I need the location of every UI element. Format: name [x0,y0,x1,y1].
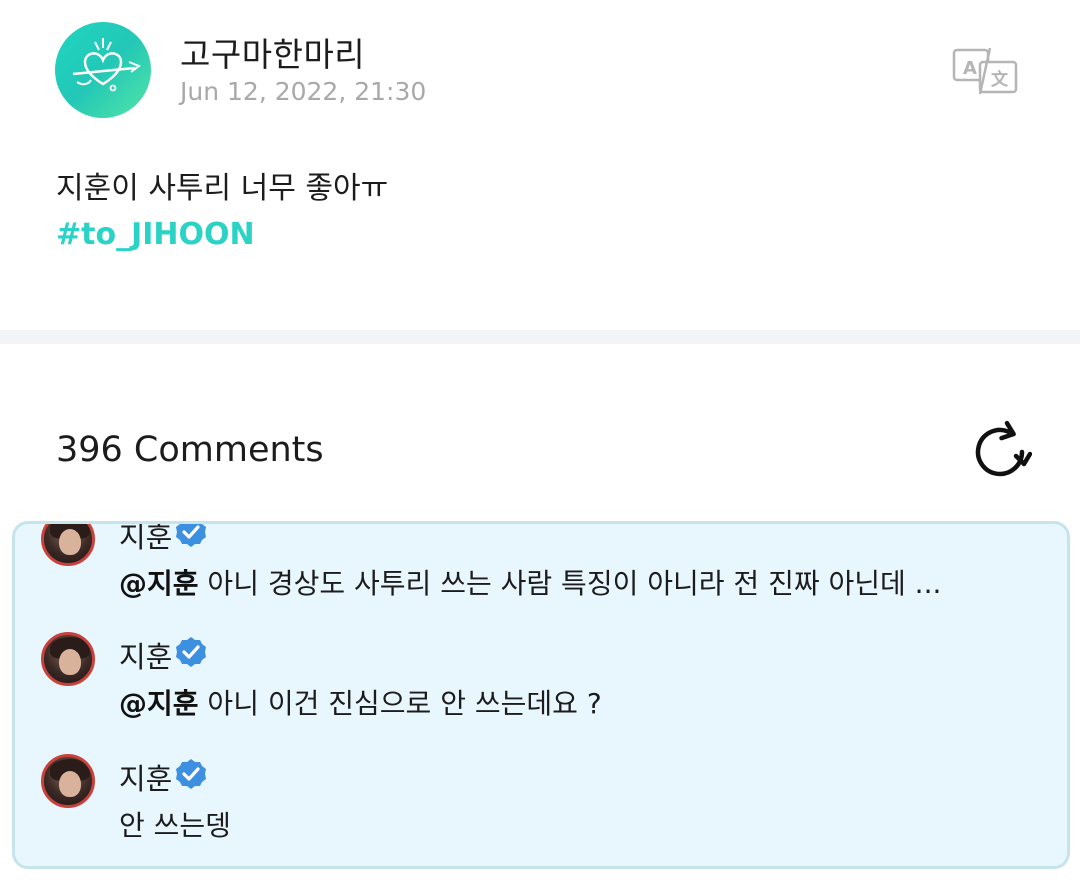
commenter-name[interactable]: 지훈 [119,756,172,798]
refresh-button[interactable] [968,420,1033,484]
commenter-avatar[interactable] [41,632,95,686]
comment-mention-link[interactable]: @지훈 [119,567,199,600]
translate-button[interactable]: A 文 [950,44,1022,96]
comment-item: 지훈 안 쓰는뎅 [15,754,1067,864]
comment-body: 아니 경상도 사투리 쓰는 사람 특징이 아니라 전 진짜 아닌데 ... [198,567,942,600]
comment-text: @지훈 아니 경상도 사투리 쓰는 사람 특징이 아니라 전 진짜 아닌데 ..… [119,562,941,602]
avatar-doodle-icon [72,38,142,92]
comment-mention-link[interactable]: @지훈 [119,687,199,720]
post-body-text: 지훈이 사투리 너무 좋아ㅠ [56,171,389,206]
comments-count-heading: 396 Comments [56,430,324,470]
author-name[interactable]: 고구마한마리 [180,28,365,76]
svg-text:文: 文 [991,69,1009,90]
post-card: 고구마한마리 Jun 12, 2022, 21:30 A 文 지훈이 사투리 너… [0,0,1080,330]
post-timestamp: Jun 12, 2022, 21:30 [180,77,427,106]
highlighted-comment-thread: 지훈 @지훈 아니 경상도 사투리 쓰는 사람 특징이 아니라 전 진짜 아닌데… [12,521,1070,869]
refresh-icon [975,420,1033,477]
verified-badge-icon [176,524,206,547]
commenter-avatar[interactable] [41,754,95,808]
post-hashtag-link[interactable]: #to_JIHOON [56,217,255,252]
translate-icon: A 文 [952,47,1018,95]
comment-item: 지훈 @지훈 아니 이건 진심으로 안 쓰는데요 ? [15,632,1067,742]
author-avatar[interactable] [55,22,151,118]
commenter-avatar[interactable] [41,524,95,566]
comment-text: 안 쓰는뎅 [119,804,231,844]
comment-body: 안 쓰는뎅 [119,809,231,842]
commenter-name[interactable]: 지훈 [119,524,172,556]
section-divider [0,330,1080,344]
verified-badge-icon [176,637,206,667]
comment-text: @지훈 아니 이건 진심으로 안 쓰는데요 ? [119,682,602,722]
svg-text:A: A [963,58,977,79]
verified-badge-icon [176,759,206,789]
comment-body: 아니 이건 진심으로 안 쓰는데요 ? [198,687,602,720]
comment-item: 지훈 @지훈 아니 경상도 사투리 쓰는 사람 특징이 아니라 전 진짜 아닌데… [15,524,1067,622]
commenter-name[interactable]: 지훈 [119,634,172,676]
